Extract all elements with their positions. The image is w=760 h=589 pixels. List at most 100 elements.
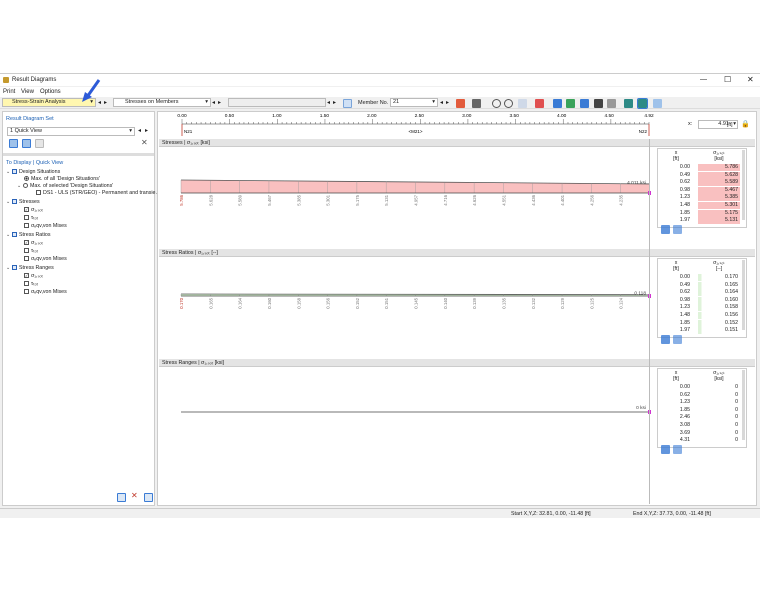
empty-combo[interactable]: [228, 98, 326, 107]
table-cell-x: 0.62: [679, 179, 690, 186]
diagram-options-icon[interactable]: [518, 99, 527, 108]
mode-combo[interactable]: Stresses on Members ▾: [113, 98, 211, 107]
support-icon[interactable]: [566, 99, 575, 108]
prev-arrow-icon[interactable]: ◂: [440, 99, 443, 106]
quick-view-combo[interactable]: 1 Quick View ▾: [7, 127, 135, 136]
table-cell-x: 3.69: [679, 429, 690, 436]
check-all-icon[interactable]: [117, 493, 126, 502]
tree-group-design-situations[interactable]: ⌄ Design Situations: [6, 169, 60, 176]
next-arrow-icon[interactable]: ▸: [446, 99, 449, 106]
value-label: 5.589: [238, 194, 243, 205]
close-icon[interactable]: ✕: [747, 75, 754, 84]
table-cell-x: 1.97: [679, 217, 690, 224]
table-header-value-unit: [--]: [715, 266, 723, 272]
edit-set-icon[interactable]: [35, 139, 44, 148]
check-stress-sigma[interactable]: ✓ σ₁,ₛₒₜ: [24, 207, 43, 214]
section-icon[interactable]: [594, 99, 603, 108]
ratios-header: Stress Ratios | σ₁,ₛₒₜ [--]: [159, 249, 755, 257]
radio-max-all[interactable]: Max. of all 'Design Situations': [24, 176, 100, 183]
prev-arrow-icon[interactable]: ◂: [138, 127, 141, 134]
menu-view[interactable]: View: [21, 89, 34, 95]
value-label: 5.301: [326, 194, 331, 205]
stresses-table: x [ft] σ₁,ₛₒₜ [ksi] 0.00 5.786 0.49 5.628 0.62 5.…: [657, 148, 747, 234]
lock-icon[interactable]: 🔒: [741, 120, 750, 128]
toolbar: Stress-Strain Analysis ▾ ◂ ▸ Stresses on …: [0, 97, 760, 109]
value-label: 0.145: [414, 297, 419, 308]
ruler-tick-label: 2.50: [415, 113, 425, 119]
app-icon: [3, 77, 9, 83]
table-scrollbar[interactable]: [742, 370, 745, 440]
stresses-title: Stresses | σ₁,ₛₒₜ [ksi]: [162, 140, 210, 146]
table-cell-x: 0.62: [679, 391, 690, 398]
check-range-sigma[interactable]: ✓ σ₁,ₛₒₜ: [24, 273, 43, 280]
value-label: 0.164: [238, 297, 243, 308]
export-icon[interactable]: [661, 445, 670, 454]
render-icon[interactable]: [624, 99, 633, 108]
menu-print[interactable]: Print: [3, 89, 15, 95]
status-end: End X,Y,Z: 37.73, 0.00, -11.48 [ft]: [633, 511, 711, 517]
toggle-all-icon[interactable]: [144, 493, 153, 502]
check-stress-tau[interactable]: τₜₒₜ: [24, 215, 38, 222]
table-cell-value: 0.158: [698, 304, 740, 312]
next-arrow-icon[interactable]: ▸: [104, 99, 107, 106]
chevron-down-icon: ▾: [432, 99, 435, 105]
ranges-title: Stress Ranges | σ₁,ₛₒₜ [ksi]: [162, 360, 225, 366]
member-number-combo[interactable]: 21 ▾: [390, 98, 438, 107]
maximize-icon[interactable]: ☐: [724, 75, 731, 84]
delete-set-icon[interactable]: ✕: [141, 138, 148, 147]
export-icon[interactable]: [661, 335, 670, 344]
layout-icon[interactable]: [653, 99, 662, 108]
table-header-x-unit: [ft]: [673, 266, 679, 272]
menu-options[interactable]: Options: [40, 89, 61, 95]
filter-icon[interactable]: [673, 445, 682, 454]
checkbox-icon: [24, 281, 29, 287]
annotation-arrow-icon: [82, 79, 101, 102]
table-cell-value: 0: [735, 437, 738, 444]
check-ratio-tau[interactable]: τₜₒₜ: [24, 248, 38, 255]
select-member-icon[interactable]: [343, 99, 352, 108]
x-label: x:: [688, 121, 693, 127]
table-cell-x: 1.48: [679, 202, 690, 208]
value-label: 0.158: [296, 297, 301, 308]
check-range-vonmises[interactable]: σₑqv,von Mises: [24, 289, 67, 296]
ratios-diagram: 0.170 0.165 0.164 0.160 0.158 0.156 0.152 0.151…: [179, 291, 651, 309]
zoom-out-icon[interactable]: [504, 99, 513, 108]
next-arrow-icon[interactable]: ▸: [333, 99, 336, 106]
dimension-icon[interactable]: [607, 99, 616, 108]
value-label: 4.957: [414, 194, 419, 205]
table-header-x-unit: [ft]: [673, 376, 679, 382]
copy-set-icon[interactable]: [22, 139, 31, 148]
check-stress-vonmises[interactable]: σₑqv,von Mises: [24, 223, 67, 230]
filter-icon[interactable]: [673, 335, 682, 344]
next-arrow-icon[interactable]: ▸: [145, 127, 148, 134]
table-scrollbar[interactable]: [742, 150, 745, 220]
color-scale-icon[interactable]: [535, 99, 544, 108]
next-arrow-icon[interactable]: ▸: [218, 99, 221, 106]
check-range-tau[interactable]: τₜₒₜ: [24, 281, 38, 288]
member-view-icon[interactable]: [580, 99, 589, 108]
table-header-value-unit: [ksi]: [714, 156, 724, 162]
check-ds1[interactable]: DS1 - ULS (STR/GEO) - Permanent and tran…: [36, 190, 160, 197]
render-active-icon[interactable]: [637, 98, 648, 109]
pick-icon[interactable]: [456, 99, 465, 108]
new-set-icon[interactable]: [9, 139, 18, 148]
value-label: 0.135: [501, 297, 506, 308]
prev-arrow-icon[interactable]: ◂: [327, 99, 330, 106]
tree-group-stress-ranges[interactable]: ⌄ Stress Ranges: [6, 265, 54, 272]
zoom-in-icon[interactable]: [492, 99, 501, 108]
check-ratio-sigma[interactable]: ✓ σ₁,ₛₒₜ: [24, 240, 43, 247]
filter-icon[interactable]: [673, 225, 682, 234]
print-icon[interactable]: [472, 99, 481, 108]
tree-group-stress-ratios[interactable]: ⌄ Stress Ratios: [6, 232, 51, 239]
ruler-tick-label: 4.50: [604, 113, 614, 119]
tree-group-stresses[interactable]: ⌄ Stresses: [6, 199, 40, 206]
table-header-x-unit: [ft]: [673, 156, 679, 162]
check-ratio-vonmises[interactable]: σₑqv,von Mises: [24, 256, 67, 263]
prev-arrow-icon[interactable]: ◂: [212, 99, 215, 106]
table-scrollbar[interactable]: [742, 260, 745, 330]
export-icon[interactable]: [661, 225, 670, 234]
minimize-icon[interactable]: —: [700, 76, 707, 83]
filter-icon[interactable]: [553, 99, 562, 108]
radio-max-selected[interactable]: ⌄ Max. of selected 'Design Situations': [17, 183, 113, 190]
uncheck-all-icon[interactable]: ✕: [131, 491, 138, 500]
